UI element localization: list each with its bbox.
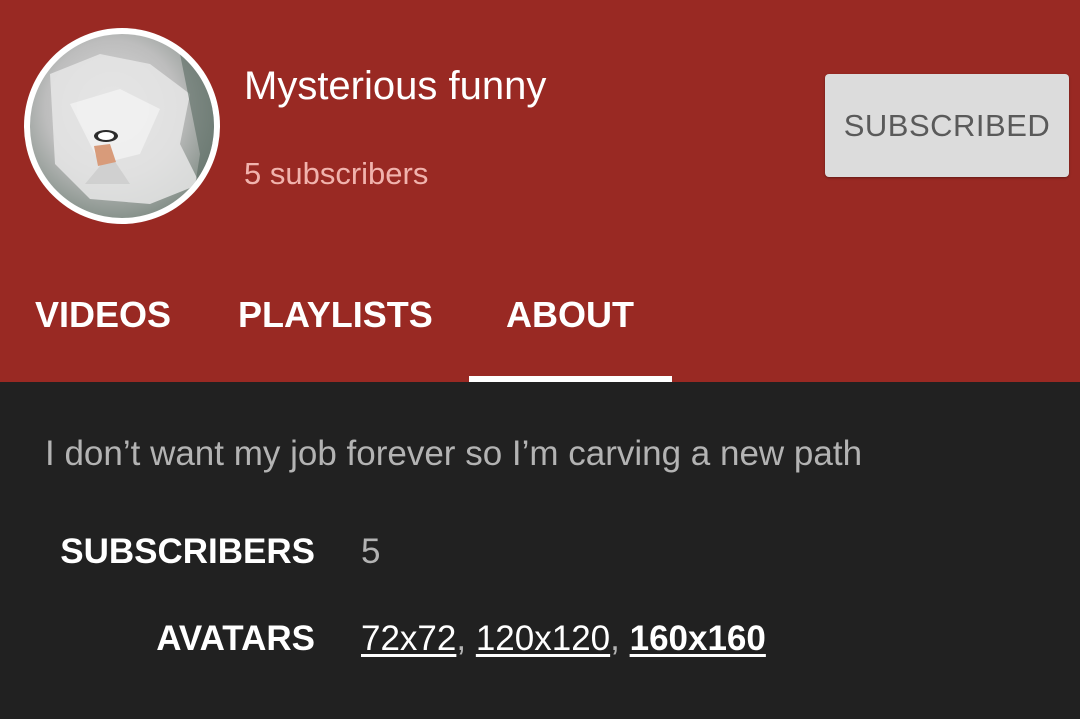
avatar-link-120[interactable]: 120x120	[476, 619, 610, 658]
channel-header: Mysterious funny 5 subscribers SUBSCRIBE…	[0, 0, 1080, 382]
active-tab-indicator	[469, 376, 672, 382]
subscribed-button[interactable]: SUBSCRIBED	[825, 74, 1069, 177]
avatar-link-72[interactable]: 72x72	[361, 619, 456, 658]
avatars-label: AVATARS	[156, 619, 315, 658]
avatar-links: 72x72, 120x120, 160x160	[361, 619, 766, 659]
subscribers-label: SUBSCRIBERS	[60, 532, 315, 571]
subscriber-count: 5 subscribers	[244, 156, 429, 191]
tab-playlists[interactable]: PLAYLISTS	[238, 294, 433, 336]
tab-about[interactable]: ABOUT	[506, 294, 634, 336]
channel-description: I don’t want my job forever so I’m carvi…	[45, 434, 863, 473]
avatar-image	[30, 34, 214, 218]
separator: ,	[610, 619, 620, 658]
avatar-photo-icon	[50, 34, 214, 218]
subscribers-value: 5	[361, 532, 381, 571]
separator: ,	[456, 619, 467, 658]
tab-videos[interactable]: VIDEOS	[35, 294, 171, 336]
channel-avatar[interactable]	[24, 28, 220, 224]
channel-name: Mysterious funny	[244, 64, 547, 108]
avatar-link-160[interactable]: 160x160	[630, 619, 766, 658]
